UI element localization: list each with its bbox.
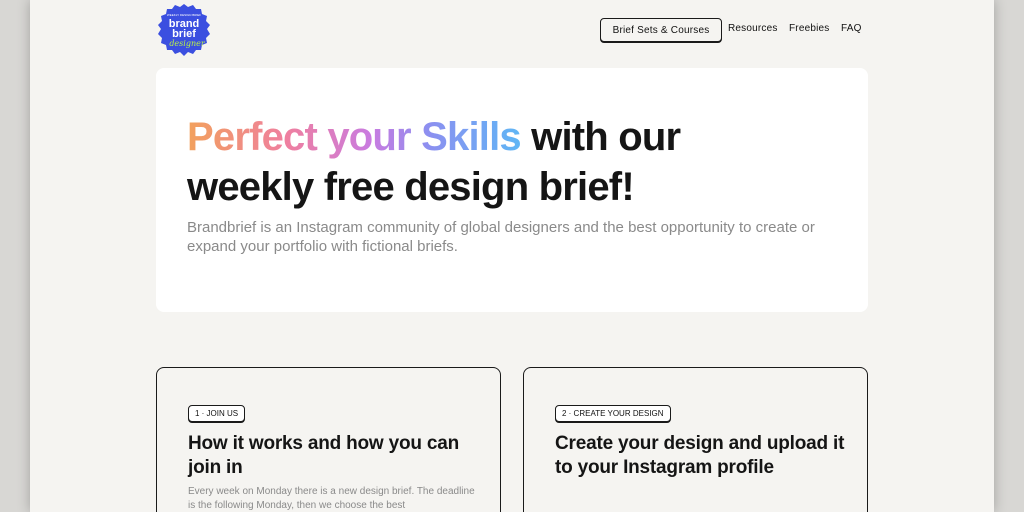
step-badge: 1 · JOIN US [188,405,246,422]
hero-title-rest-1: with our [520,115,681,159]
step-card-join: 1 · JOIN US How it works and how you can… [156,367,501,512]
step-card-text: Every week on Monday there is a new desi… [188,486,475,511]
hero-title-highlight: Perfect your Skills [187,115,522,159]
hero-card: Perfect your Skills with our weekly free … [156,68,868,312]
page: WEEKLY DESIGN BRIEF brand brief designer… [30,0,994,512]
hero-title: Perfect your Skills with our weekly free … [187,112,867,212]
nav-freebies-link[interactable]: Freebies [789,23,830,34]
brief-sets-courses-button[interactable]: Brief Sets & Courses [600,18,722,42]
nav-resources-link[interactable]: Resources [728,23,778,34]
nav-faq-link[interactable]: FAQ [841,23,862,34]
top-nav: Brief Sets & Courses Resources Freebies … [30,18,994,42]
step-badge: 2 · CREATE YOUR DESIGN [555,405,671,422]
hero-title-rest-2: weekly free design brief! [187,165,635,209]
logo-top-text: WEEKLY DESIGN BRIEF [167,13,201,17]
step-card-title: Create your design and upload it to your… [555,433,845,478]
step-card-create: 2 · CREATE YOUR DESIGN Create your desig… [523,367,868,512]
step-card-title: How it works and how you can join in [188,433,459,478]
hero-subtitle: Brandbrief is an Instagram community of … [187,219,815,255]
